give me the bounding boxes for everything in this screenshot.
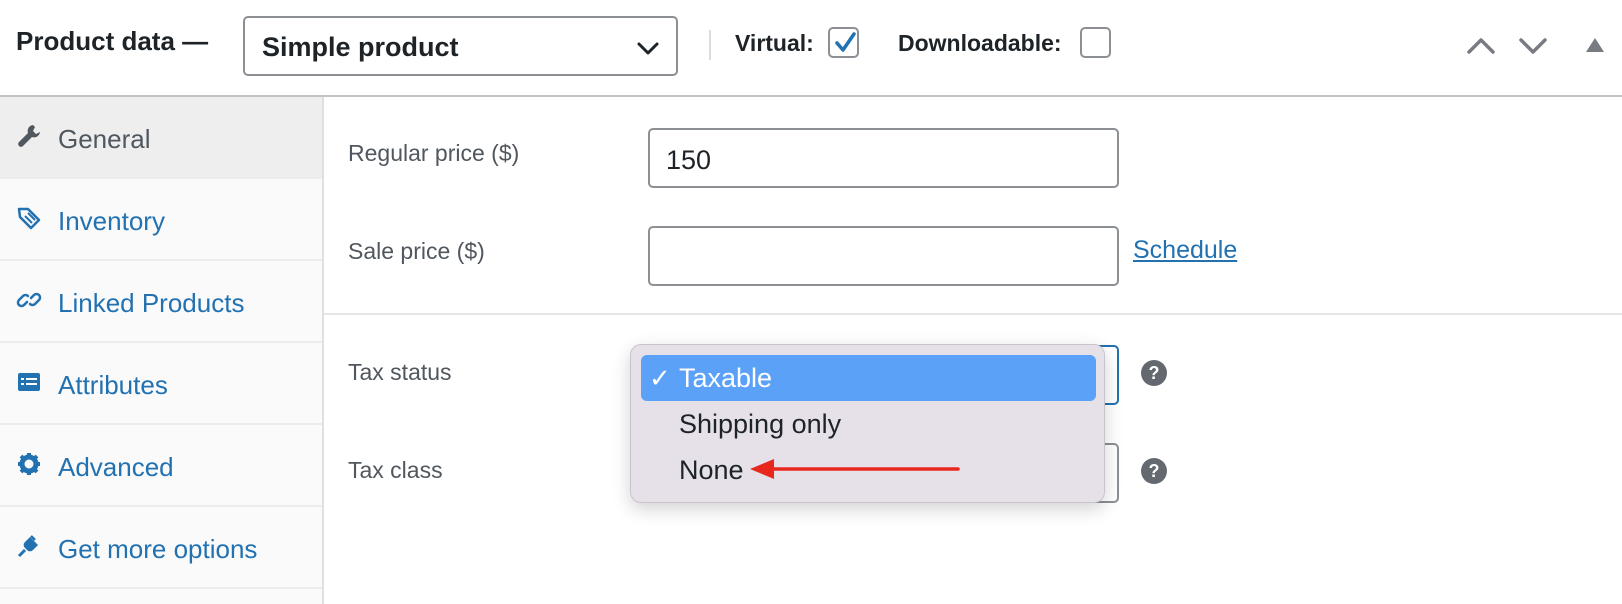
- downloadable-checkbox[interactable]: [1080, 27, 1111, 58]
- tab-label: Advanced: [58, 452, 174, 482]
- tag-icon: [16, 205, 42, 231]
- tab-label: Linked Products: [58, 288, 245, 318]
- list-icon: [16, 369, 42, 395]
- section-divider: [324, 313, 1622, 315]
- option-label: None: [679, 455, 744, 485]
- option-label: Shipping only: [679, 409, 842, 439]
- virtual-checkbox[interactable]: [828, 27, 859, 58]
- header-divider: [709, 30, 711, 60]
- annotation-arrow-icon: [750, 459, 960, 479]
- option-shipping-only[interactable]: Shipping only: [641, 401, 1096, 447]
- tab-inventory[interactable]: Inventory: [0, 179, 322, 261]
- chevron-down-icon[interactable]: [1518, 30, 1548, 65]
- help-icon[interactable]: ?: [1141, 458, 1167, 484]
- wrench-icon: [16, 123, 42, 149]
- product-data-title: Product data —: [16, 26, 209, 56]
- product-data-header: Product data — Simple product Virtual: D…: [0, 0, 1622, 97]
- checkmark-icon: ✓: [649, 363, 671, 393]
- tab-label: Get more options: [58, 534, 258, 564]
- product-type-value: Simple product: [262, 32, 459, 62]
- regular-price-input[interactable]: 150: [648, 128, 1119, 188]
- link-icon: [16, 287, 42, 313]
- tab-label: Attributes: [58, 370, 168, 400]
- tab-linked-products[interactable]: Linked Products: [0, 261, 322, 343]
- tax-class-label: Tax class: [348, 457, 443, 483]
- tab-attributes[interactable]: Attributes: [0, 343, 322, 425]
- sale-price-label: Sale price ($): [348, 238, 485, 264]
- downloadable-label: Downloadable:: [898, 30, 1062, 56]
- help-icon[interactable]: ?: [1141, 360, 1167, 386]
- regular-price-value: 150: [666, 145, 712, 175]
- tab-label: General: [58, 124, 151, 154]
- checkmark-icon: [835, 32, 856, 52]
- tab-label: Inventory: [58, 206, 165, 236]
- plug-icon: [16, 533, 42, 559]
- option-label: Taxable: [679, 363, 773, 393]
- collapse-triangle-icon[interactable]: [1584, 36, 1606, 59]
- tab-general[interactable]: General: [0, 97, 322, 179]
- chevron-up-icon[interactable]: [1466, 30, 1496, 65]
- regular-price-label: Regular price ($): [348, 140, 520, 166]
- product-type-select[interactable]: Simple product: [243, 16, 678, 76]
- sale-price-input[interactable]: [648, 226, 1119, 286]
- option-taxable[interactable]: ✓ Taxable: [641, 355, 1096, 401]
- gear-icon: [16, 451, 42, 477]
- tax-status-label: Tax status: [348, 359, 452, 385]
- schedule-link[interactable]: Schedule: [1133, 236, 1237, 265]
- tab-advanced[interactable]: Advanced: [0, 425, 322, 507]
- product-data-tabs: General Inventory Linked Products Attrib…: [0, 97, 324, 604]
- virtual-label: Virtual:: [735, 30, 814, 56]
- chevron-down-icon: [634, 34, 662, 67]
- tab-get-more-options[interactable]: Get more options: [0, 507, 322, 589]
